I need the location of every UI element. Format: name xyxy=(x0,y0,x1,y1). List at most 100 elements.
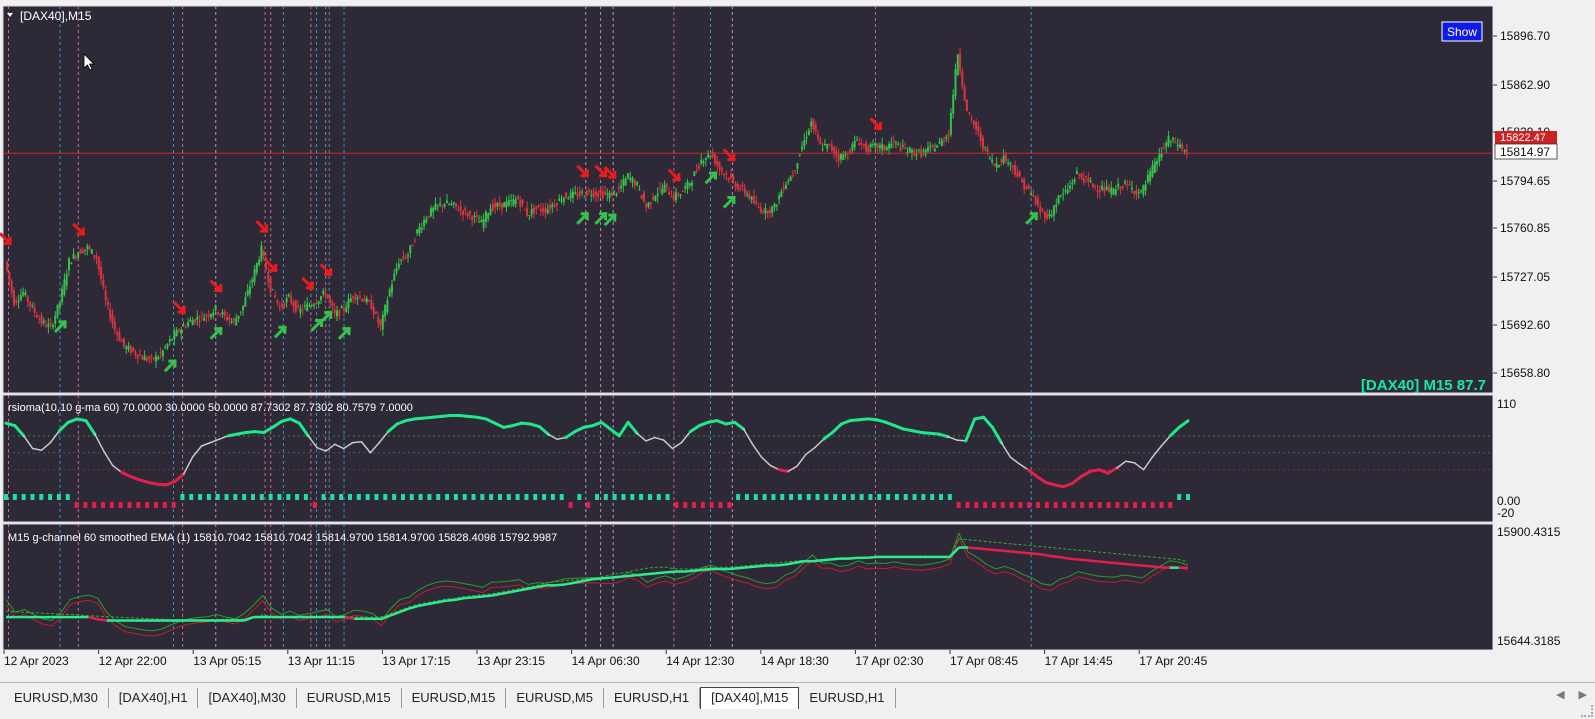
candle-body xyxy=(522,200,524,205)
state-bar xyxy=(533,494,537,500)
candle-body xyxy=(1174,142,1176,144)
candle-body xyxy=(883,145,885,150)
candle-body xyxy=(36,315,38,318)
candle-body xyxy=(460,207,462,210)
state-bar xyxy=(1080,502,1084,508)
current-price-label: 15814.97 xyxy=(1500,145,1550,159)
candle-body xyxy=(54,316,56,324)
candle-body xyxy=(586,190,588,196)
smoothed-ema-segment xyxy=(629,575,638,576)
candle-body xyxy=(998,165,1000,167)
state-bar xyxy=(348,494,352,500)
candle-body xyxy=(82,250,84,253)
chart-tab[interactable]: [DAX40],M30 xyxy=(198,688,296,708)
candle-body xyxy=(595,192,597,195)
state-bar xyxy=(110,502,114,508)
tab-scroll-right-icon[interactable]: ▶ xyxy=(1579,688,1587,701)
candle-body xyxy=(228,317,230,320)
candle-body xyxy=(109,309,111,319)
candle-body xyxy=(441,205,443,206)
candle-body xyxy=(1080,174,1082,178)
candle-body xyxy=(673,194,675,200)
candle-body xyxy=(254,269,256,282)
candle-body xyxy=(373,307,375,315)
candle-body xyxy=(1163,148,1165,149)
state-bar xyxy=(304,494,308,500)
candle-body xyxy=(1110,187,1112,194)
chart-tab[interactable]: [DAX40],M15 xyxy=(700,687,799,709)
tab-scroll-left-icon[interactable]: ◀ xyxy=(1556,688,1564,701)
smoothed-ema-segment xyxy=(776,565,785,566)
candle-body xyxy=(1149,171,1151,181)
candle-body xyxy=(503,202,505,207)
candle-body xyxy=(613,190,615,191)
chart-tab[interactable]: EURUSD,M30 xyxy=(4,688,109,708)
candle-body xyxy=(590,195,592,196)
candle-body xyxy=(247,290,249,295)
candle-body xyxy=(538,205,540,207)
state-bar xyxy=(816,494,820,500)
smoothed-ema-segment xyxy=(1005,551,1014,552)
candle-body xyxy=(407,255,409,256)
chart-tab[interactable]: EURUSD,M15 xyxy=(402,688,507,708)
candle-body xyxy=(354,294,356,300)
candle-body xyxy=(847,157,849,158)
x-tick-label: 17 Apr 14:45 xyxy=(1045,654,1113,668)
candle-body xyxy=(1003,156,1005,163)
candle-body xyxy=(728,178,730,180)
candle-body xyxy=(1019,171,1021,176)
rsioma-panel[interactable] xyxy=(3,395,1493,522)
candle-body xyxy=(966,100,968,111)
candle-body xyxy=(991,160,993,162)
symbol-label: [DAX40],M15 xyxy=(20,9,92,23)
candle-body xyxy=(132,347,134,351)
state-bar xyxy=(886,494,890,500)
smoothed-ema-segment xyxy=(1014,552,1023,553)
state-bar xyxy=(1151,502,1155,508)
candle-body xyxy=(192,320,194,325)
chart-tab[interactable]: [DAX40],H1 xyxy=(109,688,199,708)
chart-window[interactable]: 15896.7015862.9015829.1015794.6515760.85… xyxy=(0,0,1595,682)
chart-tab[interactable]: EURUSD,H1 xyxy=(604,688,700,708)
candle-body xyxy=(400,259,402,260)
x-tick-label: 12 Apr 22:00 xyxy=(99,654,167,668)
chart-tab[interactable]: EURUSD,M15 xyxy=(297,688,402,708)
candle-body xyxy=(1014,165,1016,174)
candle-body xyxy=(1051,215,1053,217)
chart-svg[interactable]: 15896.7015862.9015829.1015794.6515760.85… xyxy=(0,0,1595,682)
candle-body xyxy=(453,202,455,204)
x-tick-label: 17 Apr 08:45 xyxy=(950,654,1018,668)
chart-tab[interactable]: EURUSD,M5 xyxy=(506,688,604,708)
candle-body xyxy=(790,177,792,181)
chart-tab[interactable]: EURUSD,H1 xyxy=(799,688,895,708)
show-button[interactable]: Show xyxy=(1442,22,1482,41)
smoothed-ema-segment xyxy=(702,569,711,570)
candle-body xyxy=(774,204,776,208)
main-chart-panel[interactable] xyxy=(3,6,1493,393)
state-bar xyxy=(48,494,52,500)
x-tick-label: 13 Apr 23:15 xyxy=(477,654,545,668)
smoothed-ema-segment xyxy=(785,563,794,565)
candle-body xyxy=(1103,188,1105,193)
candle-body xyxy=(1042,210,1044,211)
state-bar xyxy=(198,494,202,500)
candle-body xyxy=(588,191,590,192)
candle-body xyxy=(780,191,782,197)
state-bar xyxy=(754,494,758,500)
smoothed-ema-segment xyxy=(849,558,858,559)
candle-body xyxy=(494,203,496,208)
candle-body xyxy=(423,220,425,226)
candle-body xyxy=(762,211,764,212)
candle-body xyxy=(114,322,116,329)
bid-price-label: 15822.47 xyxy=(1500,132,1546,144)
candle-body xyxy=(160,353,162,354)
candle-body xyxy=(812,119,814,129)
resize-grip-icon[interactable] xyxy=(1581,705,1593,717)
candle-body xyxy=(684,186,686,188)
candle-body xyxy=(909,148,911,153)
candle-body xyxy=(579,191,581,196)
state-bar xyxy=(480,494,484,500)
candle-body xyxy=(50,323,52,325)
state-bar xyxy=(586,502,590,508)
candle-body xyxy=(1028,185,1030,188)
